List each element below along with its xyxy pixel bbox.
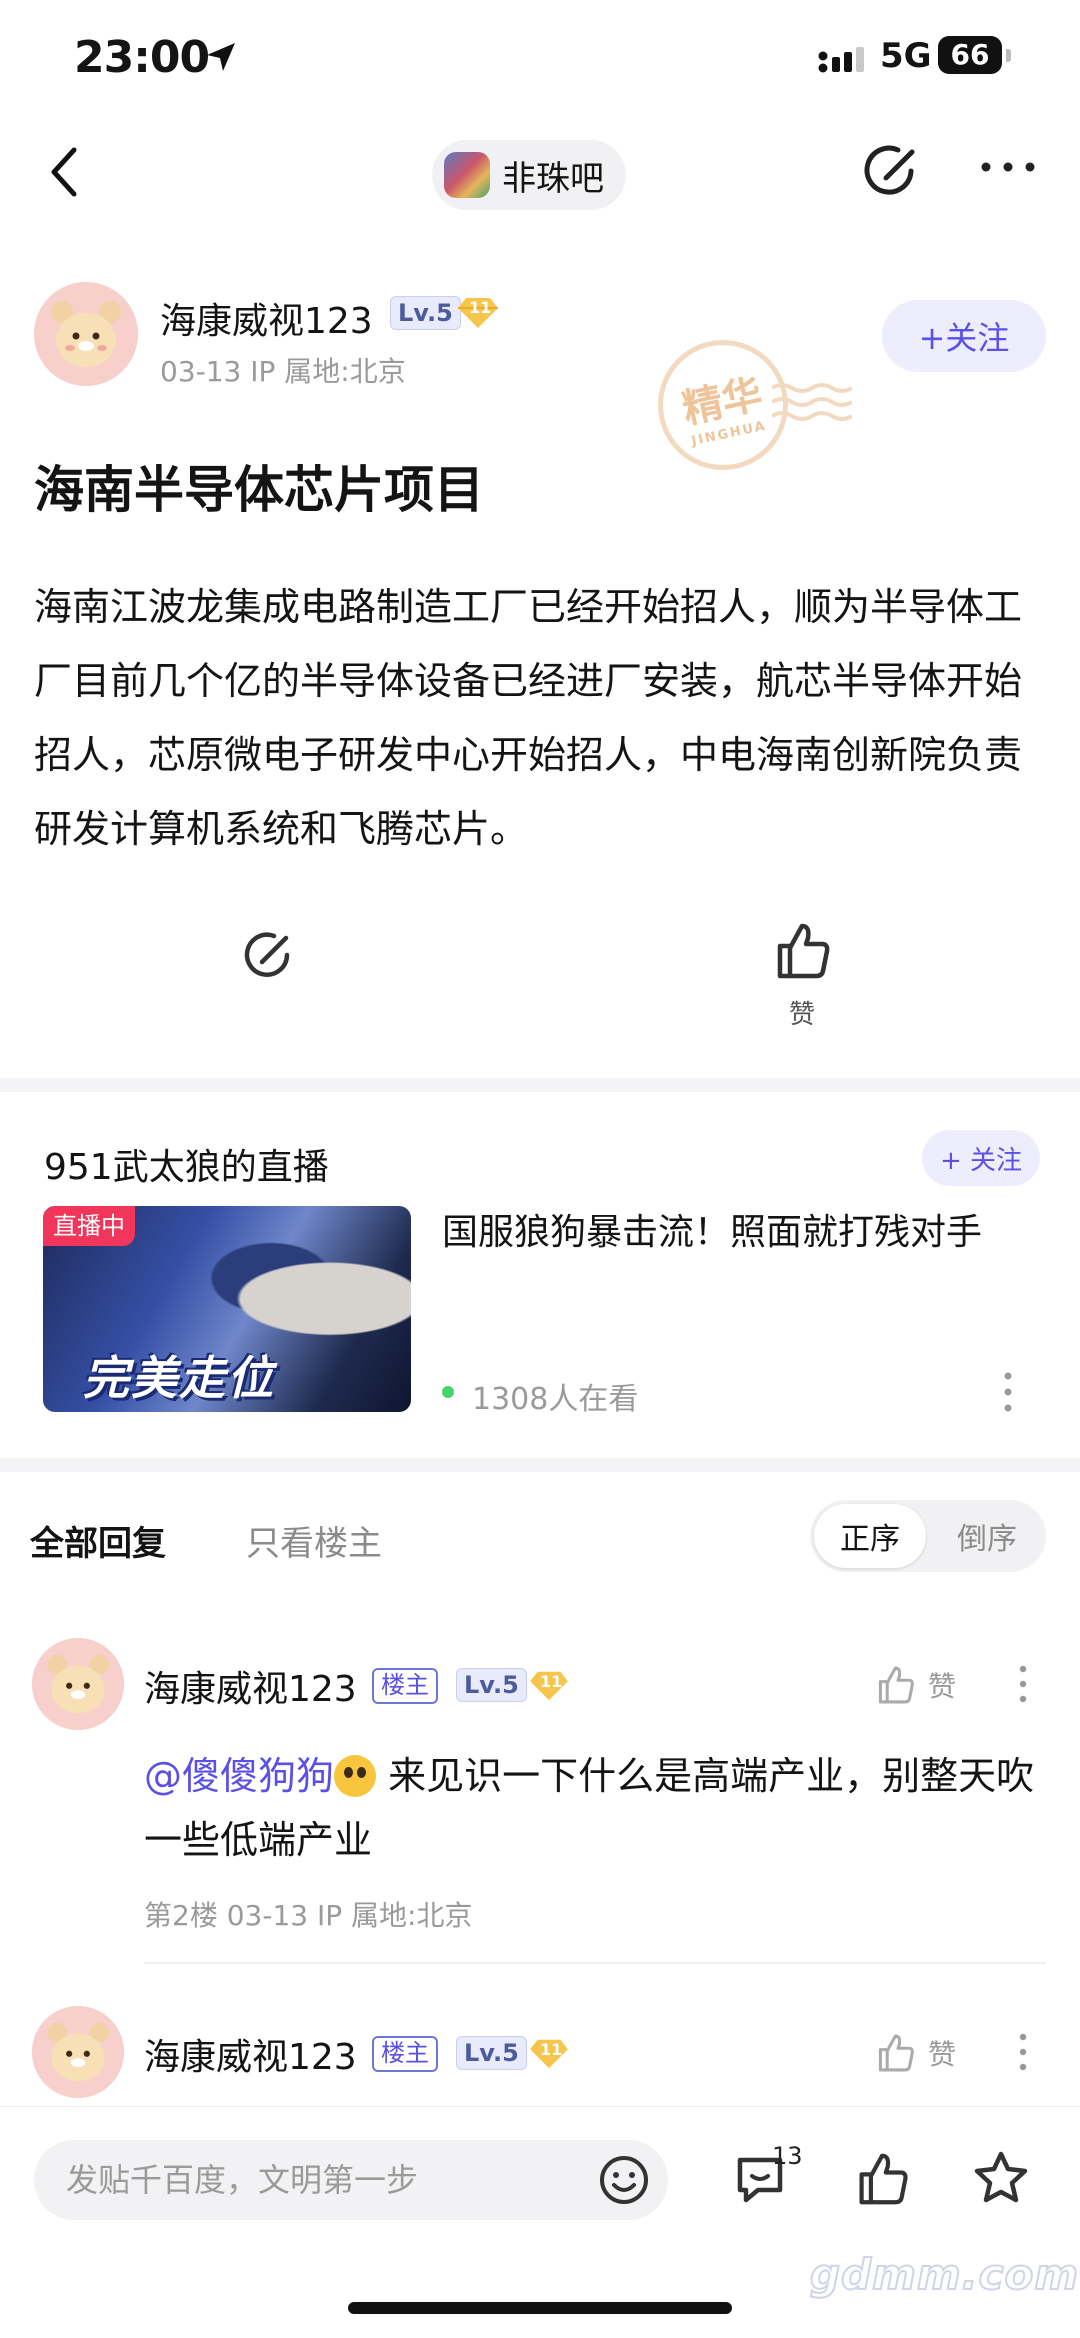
reply-more-icon[interactable] [1018,1664,1028,1704]
live-follow-button[interactable]: + 关注 [922,1130,1040,1186]
reply-avatar[interactable] [32,2006,124,2098]
level-badge: Lv.5 [456,2036,527,2070]
flushed-emoji-icon [334,1755,377,1797]
post-title: 海南半导体芯片项目 [34,461,484,519]
crown-level: 11 [469,298,492,317]
live-badge: 直播中 [43,1206,135,1246]
sort-toggle[interactable]: 正序 倒序 [810,1500,1046,1572]
battery-level: 66 [938,36,1002,74]
crown-badge-icon: 11 [454,294,502,330]
live-title[interactable]: 951武太狼的直播 [44,1138,329,1190]
comment-input[interactable]: 发贴千百度，文明第一步 [34,2140,668,2220]
reply-like-button[interactable]: 赞 [876,2032,956,2074]
live-viewers: 1308人在看 [472,1382,639,1417]
crown-badge-icon: 11 [526,1668,572,1702]
edit-post-icon[interactable] [862,140,924,202]
reply-like-button[interactable]: 赞 [876,1664,956,1706]
reply-like-label: 赞 [928,2038,957,2071]
reply-text: @傻傻狗狗 来见识一下什么是高端产业，别整天吹一些低端产业 [144,1744,1044,1872]
reply-avatar[interactable] [32,1638,124,1730]
signal-icon [818,44,874,74]
location-arrow-icon [204,40,238,74]
level-badge: Lv.5 [390,296,461,330]
forum-thumbnail [444,152,490,198]
mention-link[interactable]: @傻傻狗狗 [144,1754,334,1798]
reply-like-icon [878,2034,914,2072]
home-indicator [348,2302,732,2314]
status-time: 23:00 [74,32,210,83]
section-divider [0,1078,1080,1092]
post-like-icon[interactable] [774,920,832,982]
battery-indicator: 66 [938,36,1011,74]
sort-desc-button[interactable]: 倒序 [932,1504,1042,1568]
owner-badge: 楼主 [372,2036,438,2072]
crown-level: 11 [540,1672,563,1691]
bottom-like-icon[interactable] [856,2150,910,2208]
more-options-icon[interactable] [980,160,1036,174]
live-more-icon[interactable] [1002,1370,1014,1414]
reply-author-name[interactable]: 海康威视123 [144,1660,357,1712]
jinghua-stamp: 精华 JINGHUA [645,327,852,483]
post-body: 海南江波龙集成电路制造工厂已经开始招人，顺为半导体工厂目前几个亿的半导体设备已经… [34,585,1023,851]
owner-badge: 楼主 [372,1668,438,1704]
live-overlay-text: 完美走位 [83,1351,275,1405]
tab-all-replies[interactable]: 全部回复 [30,1516,166,1565]
emoji-icon[interactable] [598,2154,650,2206]
follow-button[interactable]: +关注 [882,300,1046,372]
author-name[interactable]: 海康威视123 [160,292,373,344]
sort-asc-button[interactable]: 正序 [814,1504,926,1568]
live-thumbnail[interactable]: 直播中 完美走位 [43,1206,411,1412]
online-dot [442,1386,454,1398]
crown-level: 11 [540,2040,563,2059]
back-button[interactable] [44,142,84,202]
reply-action-icon[interactable] [240,926,298,984]
reply-author-name[interactable]: 海康威视123 [144,2028,357,2080]
network-type: 5G [880,36,932,76]
level-badge: Lv.5 [456,1668,527,1702]
forum-pill[interactable]: 非珠吧 [432,140,626,210]
reply-like-icon [878,1666,914,1704]
comment-count: 13 [772,2142,803,2170]
reply-divider [144,1962,1046,1964]
favorite-star-icon[interactable] [972,2150,1030,2206]
tab-owner-only[interactable]: 只看楼主 [246,1516,382,1565]
live-headline[interactable]: 国服狼狗暴击流！照面就打残对手 [442,1210,1002,1256]
post-meta: 03-13 IP 属地:北京 [160,355,406,388]
section-divider [0,1458,1080,1472]
comment-placeholder: 发贴千百度，文明第一步 [66,2161,419,2199]
reply-more-icon[interactable] [1018,2032,1028,2072]
reply-meta: 第2楼 03-13 IP 属地:北京 [144,1899,473,1932]
forum-name: 非珠吧 [502,158,604,199]
post-like-label: 赞 [789,1000,816,1030]
watermark: gdmm.com [809,2249,1080,2300]
reply-like-label: 赞 [928,1670,957,1703]
crown-badge-icon: 11 [526,2036,572,2070]
author-avatar[interactable] [34,282,138,386]
